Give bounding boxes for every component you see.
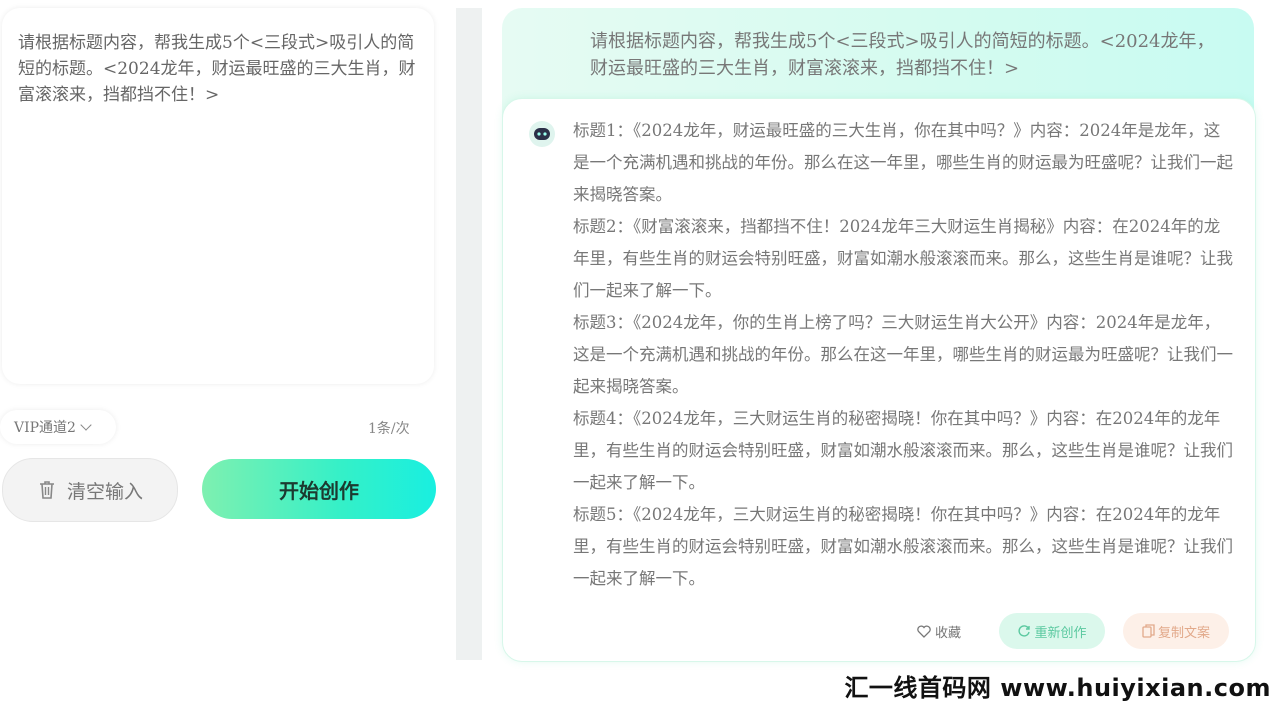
watermark-text: 汇一线首码网 www.huiyixian.com (844, 674, 1271, 702)
start-create-button[interactable]: 开始创作 (202, 459, 436, 519)
clear-input-label: 清空输入 (66, 480, 143, 503)
prompt-textarea[interactable]: 请根据标题内容，帮我生成5个<三段式>吸引人的简短的标题。<2024龙年，财运最… (2, 8, 434, 384)
user-message-text: 请根据标题内容，帮我生成5个<三段式>吸引人的简短的标题。<2024龙年，财运最… (590, 31, 1215, 79)
answer-paragraph: 标题1：《2024龙年，财运最旺盛的三大生肖，你在其中吗？》内容：2024年是龙… (573, 121, 1233, 204)
input-panel: 请根据标题内容，帮我生成5个<三段式>吸引人的简短的标题。<2024龙年，财运最… (0, 0, 456, 660)
prompt-text[interactable]: 请根据标题内容，帮我生成5个<三段式>吸引人的简短的标题。<2024龙年，财运最… (18, 30, 418, 108)
panel-divider (456, 8, 482, 660)
answer-paragraph: 标题4：《2024龙年，三大财运生肖的秘密揭晓！你在其中吗？》内容：在2024年… (573, 409, 1233, 492)
result-panel: 请根据标题内容，帮我生成5个<三段式>吸引人的简短的标题。<2024龙年，财运最… (482, 0, 1277, 662)
answer-paragraph: 标题5：《2024龙年，三大财运生肖的秘密揭晓！你在其中吗？》内容：在2024年… (573, 505, 1233, 588)
quota-text: 1条/次 (368, 421, 410, 437)
trash-icon (39, 481, 54, 499)
robot-avatar-icon (529, 121, 555, 147)
copy-text-button[interactable]: 复制文案 (1123, 613, 1229, 649)
answer-paragraph: 标题3：《2024龙年，你的生肖上榜了吗？三大财运生肖大公开》内容：2024年是… (573, 313, 1233, 396)
channel-select[interactable]: VIP通道2 (0, 410, 116, 444)
regenerate-button[interactable]: 重新创作 (999, 613, 1105, 649)
refresh-icon (1018, 625, 1031, 637)
start-create-label: 开始创作 (279, 478, 359, 503)
copy-icon (1142, 624, 1155, 638)
favorite-label: 收藏 (935, 625, 962, 641)
regenerate-label: 重新创作 (1034, 625, 1087, 641)
answer-text: 标题1：《2024龙年，财运最旺盛的三大生肖，你在其中吗？》内容：2024年是龙… (573, 115, 1233, 595)
clear-input-button[interactable]: 清空输入 (2, 458, 178, 522)
copy-text-label: 复制文案 (1157, 625, 1210, 641)
chevron-down-icon (80, 419, 92, 431)
answer-card: 标题1：《2024龙年，财运最旺盛的三大生肖，你在其中吗？》内容：2024年是龙… (502, 98, 1256, 662)
answer-paragraph: 标题2：《财富滚滚来，挡都挡不住！2024龙年三大财运生肖揭秘》内容：在2024… (573, 217, 1233, 300)
favorite-button[interactable]: 收藏 (917, 613, 961, 649)
channel-label: VIP通道2 (14, 420, 76, 436)
heart-icon (917, 624, 931, 638)
